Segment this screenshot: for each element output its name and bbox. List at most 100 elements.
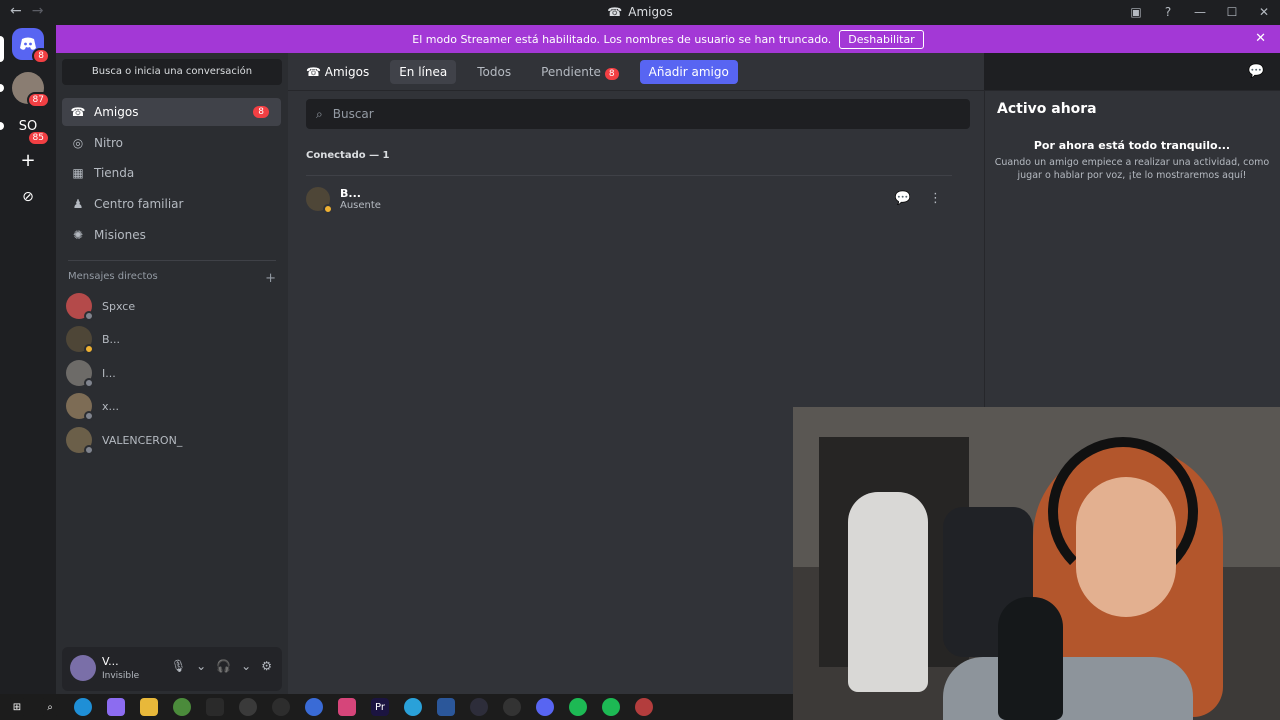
discord-home-icon[interactable]: 8 bbox=[12, 28, 50, 64]
nav-family-center[interactable]: ♟ Centro familiar bbox=[62, 190, 281, 218]
windows-taskbar: ⊞ ⌕ Pr bbox=[0, 694, 793, 720]
avatar bbox=[66, 326, 94, 354]
nav-shop[interactable]: ▦ Tienda bbox=[62, 159, 281, 187]
nitro-icon: ◎ bbox=[72, 136, 84, 150]
tab-online[interactable]: En línea bbox=[390, 59, 457, 84]
help-icon[interactable]: ? bbox=[1152, 0, 1184, 24]
unread-indicator bbox=[0, 84, 4, 92]
divider bbox=[68, 260, 276, 261]
copilot-icon[interactable] bbox=[107, 698, 125, 716]
chrome-icon[interactable] bbox=[173, 698, 191, 716]
tab-pending[interactable]: Pendiente 8 bbox=[532, 60, 628, 84]
friends-icon: ☎ bbox=[70, 105, 86, 119]
pending-count-badge: 8 bbox=[604, 67, 619, 80]
store-icon[interactable] bbox=[206, 698, 224, 716]
nav-friends[interactable]: ☎ Amigos 8 bbox=[62, 98, 281, 126]
search-icon: ⌕ bbox=[316, 106, 323, 121]
spotify2-icon[interactable] bbox=[602, 698, 620, 716]
friend-row[interactable]: B... Ausente 💬 ⋮ bbox=[306, 175, 952, 221]
more-options-icon[interactable]: ⋮ bbox=[929, 191, 942, 206]
maximize-button[interactable]: ☐ bbox=[1216, 0, 1248, 24]
dm-header: Mensajes directos + bbox=[68, 271, 276, 286]
webcam-shirt bbox=[943, 657, 1193, 720]
app-circle-icon[interactable] bbox=[503, 698, 521, 716]
guild-badge: 8 bbox=[32, 48, 50, 64]
chevron-down-icon[interactable]: ⌄ bbox=[241, 659, 251, 673]
explore-icon[interactable]: ⊘ bbox=[12, 181, 44, 213]
create-dm-icon[interactable]: + bbox=[265, 271, 276, 286]
webcam-face bbox=[1076, 477, 1176, 617]
dm-item[interactable]: Spxce bbox=[66, 292, 276, 321]
obs-icon[interactable] bbox=[239, 698, 257, 716]
friends-topbar: ☎ Amigos En línea Todos Pendiente 8 Añadi… bbox=[288, 53, 1280, 91]
premiere-icon[interactable]: Pr bbox=[371, 698, 389, 716]
active-now-empty-card: Por ahora está todo tranquilo... Cuando … bbox=[993, 133, 1271, 197]
user-name: V... bbox=[102, 655, 119, 668]
shop-icon: ▦ bbox=[72, 166, 84, 180]
word-icon[interactable] bbox=[437, 698, 455, 716]
headphones-icon[interactable]: 🎧 bbox=[216, 659, 231, 673]
status-offline-icon bbox=[84, 445, 94, 455]
tab-all[interactable]: Todos bbox=[468, 60, 520, 84]
friends-icon: ☎ bbox=[306, 64, 325, 79]
friends-title: ☎ Amigos bbox=[306, 64, 370, 79]
webcam-microphone bbox=[998, 597, 1063, 720]
app-ring-icon[interactable] bbox=[470, 698, 488, 716]
server-avatar-icon[interactable]: 87 bbox=[12, 72, 50, 108]
dm-item[interactable]: I... bbox=[66, 359, 276, 388]
online-section-header: Conectado — 1 bbox=[306, 150, 390, 161]
microphone-icon[interactable]: 🎙 bbox=[171, 659, 186, 673]
avatar bbox=[66, 293, 94, 321]
friend-status: Ausente bbox=[340, 199, 381, 211]
nav-quests[interactable]: ✺ Misiones bbox=[62, 221, 281, 249]
disable-button[interactable]: Deshabilitar bbox=[839, 29, 924, 49]
family-icon: ♟ bbox=[72, 197, 84, 211]
dm-item[interactable]: x... bbox=[66, 392, 276, 421]
server-list: 8 87 SO 85 + ⊘ bbox=[0, 24, 56, 694]
settings-gear-icon[interactable]: ⚙ bbox=[261, 659, 272, 673]
dm-item[interactable]: B... bbox=[66, 325, 276, 354]
friend-name: B... bbox=[340, 186, 361, 200]
friends-count-badge: 8 bbox=[253, 106, 269, 118]
status-away-icon bbox=[323, 203, 333, 214]
user-status: Invisible bbox=[102, 671, 140, 681]
add-server-icon[interactable]: + bbox=[12, 144, 44, 176]
chevron-down-icon[interactable]: ⌄ bbox=[196, 659, 206, 673]
spotify-icon[interactable] bbox=[569, 698, 587, 716]
search-icon[interactable]: ⌕ bbox=[41, 698, 59, 716]
server-so-icon[interactable]: SO 85 bbox=[12, 110, 50, 146]
start-icon[interactable]: ⊞ bbox=[8, 698, 26, 716]
conversation-search[interactable]: Busca o inicia una conversación bbox=[62, 59, 282, 85]
quests-icon: ✺ bbox=[72, 228, 84, 242]
empty-title: Por ahora está todo tranquilo... bbox=[1033, 139, 1231, 152]
app-c-icon[interactable] bbox=[305, 698, 323, 716]
active-now-title: Activo ahora bbox=[997, 101, 1097, 117]
message-icon[interactable]: 💬 bbox=[895, 191, 911, 206]
chrome2-icon[interactable] bbox=[635, 698, 653, 716]
dm-item[interactable]: VALENCERON_ bbox=[66, 426, 276, 455]
friends-icon: ☎ bbox=[607, 5, 623, 19]
avatar[interactable] bbox=[70, 655, 96, 681]
webcam-chair bbox=[848, 492, 928, 692]
status-offline-icon bbox=[84, 378, 94, 388]
banner-close-icon[interactable]: ✕ bbox=[1255, 31, 1266, 46]
explorer-icon[interactable] bbox=[140, 698, 158, 716]
friends-search-input[interactable]: ⌕ Buscar bbox=[306, 99, 970, 129]
add-friend-button[interactable]: Añadir amigo bbox=[639, 59, 738, 84]
close-button[interactable]: ✕ bbox=[1248, 0, 1280, 24]
edge-icon[interactable] bbox=[74, 698, 92, 716]
minimize-button[interactable]: — bbox=[1184, 0, 1216, 24]
telegram-icon[interactable] bbox=[404, 698, 422, 716]
status-away-icon bbox=[84, 344, 94, 354]
app-green-icon[interactable] bbox=[272, 698, 290, 716]
streamer-banner: El modo Streamer está habilitado. Los no… bbox=[56, 25, 1280, 53]
guild-badge: 87 bbox=[26, 92, 50, 108]
dm-sidebar: Busca o inicia una conversación ☎ Amigos… bbox=[56, 53, 288, 694]
app-gradient-icon[interactable] bbox=[338, 698, 356, 716]
nav-nitro[interactable]: ◎ Nitro bbox=[62, 129, 281, 157]
new-group-dm-icon[interactable]: 💬 bbox=[1248, 64, 1264, 79]
inbox-icon[interactable]: ▣ bbox=[1120, 0, 1152, 24]
discord-icon[interactable] bbox=[536, 698, 554, 716]
user-panel: V... Invisible 🎙 ⌄ 🎧 ⌄ ⚙ bbox=[62, 647, 282, 691]
status-offline-icon bbox=[84, 311, 94, 321]
